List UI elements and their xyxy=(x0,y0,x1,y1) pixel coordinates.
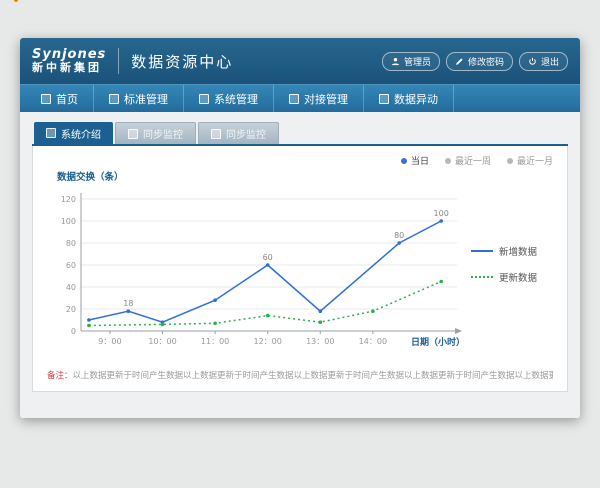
logo-company-name: 新中新集团 xyxy=(32,62,106,74)
svg-text:120: 120 xyxy=(61,195,76,204)
app-window: Synjones 新中新集团 数据资源中心 管理员 修改密码 退出 首页 xyxy=(20,38,580,418)
footnote: 备注：以上数据更新于时间产生数据以上数据更新于时间产生数据以上数据更新于时间产生… xyxy=(47,369,553,381)
nav-item-data-change[interactable]: 数据异动 xyxy=(364,85,454,112)
footnote-label: 备注： xyxy=(47,371,73,381)
svg-text:13：00: 13：00 xyxy=(306,337,334,346)
svg-text:60: 60 xyxy=(263,253,273,262)
chart-panel: 当日 最近一周 最近一月 数据交换（条） 0 20 40 60 80 100 120 9：00… xyxy=(32,146,568,392)
svg-text:20: 20 xyxy=(66,305,76,314)
data-change-icon xyxy=(379,94,389,104)
dot-icon xyxy=(401,158,407,164)
tab-sync-monitor-2[interactable]: 同步监控 xyxy=(198,122,279,144)
legend-item-new-data[interactable]: 新增数据 xyxy=(471,244,551,258)
tab-label: 系统介绍 xyxy=(61,126,101,141)
logout-icon xyxy=(528,57,537,66)
svg-text:60: 60 xyxy=(66,261,76,270)
svg-text:12：00: 12：00 xyxy=(254,337,282,346)
integration-icon xyxy=(289,94,299,104)
home-icon xyxy=(41,94,51,104)
filter-last-week[interactable]: 最近一周 xyxy=(445,154,491,167)
chart-row: 0 20 40 60 80 100 120 9：00 10：00 11：00 12：00 13：00 1… xyxy=(47,183,553,361)
legend-item-updated-data[interactable]: 更新数据 xyxy=(471,270,551,284)
dot-icon xyxy=(507,158,513,164)
monitor-icon xyxy=(128,129,138,139)
filter-label: 最近一月 xyxy=(517,154,553,167)
filter-label: 最近一周 xyxy=(455,154,491,167)
nav-item-standards[interactable]: 标准管理 xyxy=(94,85,184,112)
legend-label: 更新数据 xyxy=(499,270,537,284)
content-area: 系统介绍 同步监控 同步监控 当日 最近一周 xyxy=(20,112,580,418)
svg-text:100: 100 xyxy=(434,209,449,218)
svg-text:80: 80 xyxy=(66,239,76,248)
nav-label: 数据异动 xyxy=(394,91,438,107)
filter-label: 当日 xyxy=(411,154,429,167)
svg-text:10：00: 10：00 xyxy=(148,337,176,346)
tab-sync-monitor-1[interactable]: 同步监控 xyxy=(115,122,196,144)
svg-text:18: 18 xyxy=(123,299,133,308)
chart-legend: 新增数据 更新数据 xyxy=(471,244,551,284)
dot-icon xyxy=(445,158,451,164)
header-actions: 管理员 修改密码 退出 xyxy=(382,52,568,71)
legend-label: 新增数据 xyxy=(499,244,537,258)
user-icon xyxy=(391,57,400,66)
change-password-label: 修改密码 xyxy=(468,55,504,68)
filter-today[interactable]: 当日 xyxy=(401,154,429,167)
main-nav: 首页 标准管理 系统管理 对接管理 数据异动 xyxy=(20,84,580,112)
standards-icon xyxy=(109,94,119,104)
y-axis-title: 数据交换（条） xyxy=(57,169,553,183)
svg-text:日期（小时）: 日期（小时） xyxy=(411,336,465,348)
tab-label: 同步监控 xyxy=(226,126,266,141)
admin-user-button[interactable]: 管理员 xyxy=(382,52,440,71)
nav-item-system[interactable]: 系统管理 xyxy=(184,85,274,112)
system-icon xyxy=(199,94,209,104)
monitor-icon xyxy=(211,129,221,139)
page-title: 数据资源中心 xyxy=(131,51,233,72)
header-divider xyxy=(118,48,119,74)
svg-text:100: 100 xyxy=(61,217,76,226)
svg-text:9：00: 9：00 xyxy=(98,337,121,346)
time-filter-group: 当日 最近一周 最近一月 xyxy=(47,154,553,167)
line-chart: 0 20 40 60 80 100 120 9：00 10：00 11：00 12：00 13：00 1… xyxy=(47,183,467,361)
svg-text:11：00: 11：00 xyxy=(201,337,229,346)
tab-bar: 系统介绍 同步监控 同步监控 xyxy=(34,122,568,144)
solid-line-icon xyxy=(471,250,493,252)
change-password-button[interactable]: 修改密码 xyxy=(446,52,513,71)
svg-text:0: 0 xyxy=(71,327,76,336)
tab-label: 同步监控 xyxy=(143,126,183,141)
nav-label: 标准管理 xyxy=(124,91,168,107)
filter-last-month[interactable]: 最近一月 xyxy=(507,154,553,167)
logout-button[interactable]: 退出 xyxy=(519,52,568,71)
nav-label: 首页 xyxy=(56,91,78,107)
edit-icon xyxy=(455,57,464,66)
svg-text:14：00: 14：00 xyxy=(359,337,387,346)
app-header: Synjones 新中新集团 数据资源中心 管理员 修改密码 退出 xyxy=(20,38,580,84)
nav-item-integration[interactable]: 对接管理 xyxy=(274,85,364,112)
nav-item-home[interactable]: 首页 xyxy=(26,85,94,112)
grid-icon xyxy=(46,128,56,138)
company-logo[interactable]: Synjones 新中新集团 xyxy=(32,48,106,74)
svg-text:80: 80 xyxy=(394,231,404,240)
nav-label: 系统管理 xyxy=(214,91,258,107)
dotted-line-icon xyxy=(471,276,493,278)
footnote-text: 以上数据更新于时间产生数据以上数据更新于时间产生数据以上数据更新于时间产生数据以… xyxy=(73,371,553,381)
svg-text:40: 40 xyxy=(66,283,76,292)
logo-wordmark: Synjones xyxy=(32,48,106,62)
tab-system-intro[interactable]: 系统介绍 xyxy=(34,122,113,144)
logout-label: 退出 xyxy=(541,55,559,68)
nav-label: 对接管理 xyxy=(304,91,348,107)
admin-user-label: 管理员 xyxy=(404,55,431,68)
